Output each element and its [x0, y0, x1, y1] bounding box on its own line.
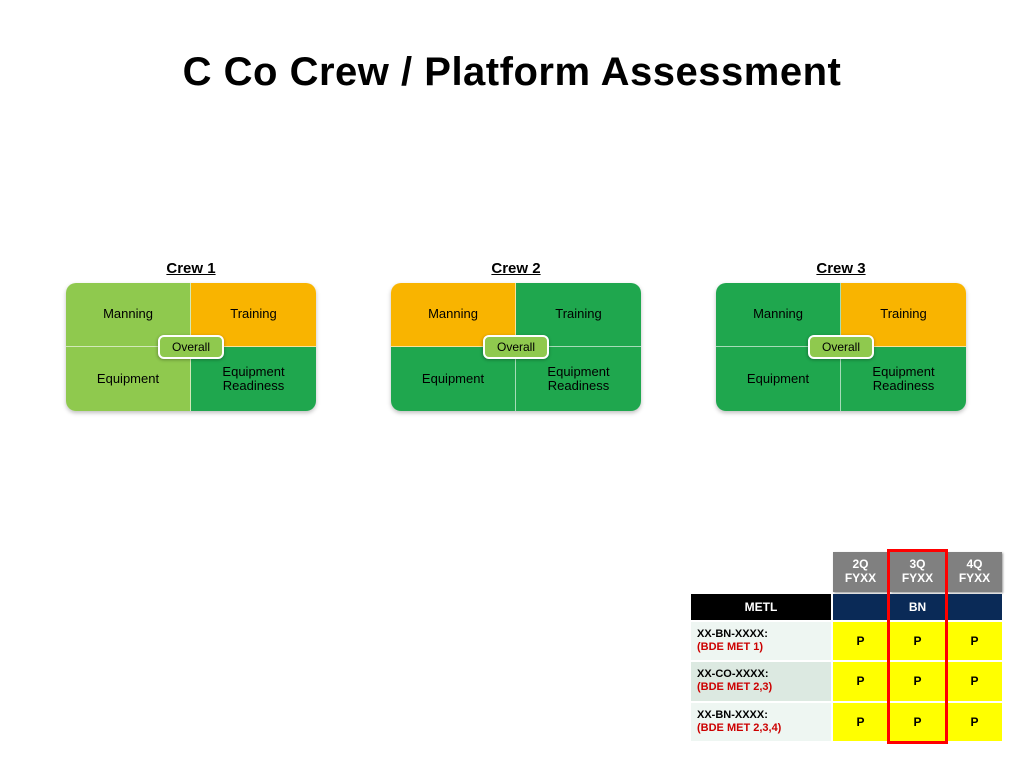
- metl-value-cell: P: [833, 622, 888, 660]
- metl-value-cell: P: [833, 662, 888, 700]
- crew-cards-row: Crew 1 ManningTrainingEquipmentEquipmentR…: [66, 260, 966, 411]
- metl-title-cell: METL: [691, 594, 831, 620]
- crew-card: Crew 3 ManningTrainingEquipmentEquipmentR…: [716, 260, 966, 411]
- crew-label: Crew 2: [391, 260, 641, 277]
- crew-overall-badge: Overall: [483, 335, 549, 359]
- crew-quad: ManningTrainingEquipmentEquipmentReadine…: [66, 283, 316, 411]
- crew-card: Crew 1 ManningTrainingEquipmentEquipmentR…: [66, 260, 316, 411]
- metl-value-cell: P: [833, 703, 888, 741]
- crew-overall-badge: Overall: [808, 335, 874, 359]
- quarter-header: 2QFYXX: [833, 552, 888, 592]
- metl-value-cell: P: [890, 703, 945, 741]
- navy-cell: [947, 594, 1002, 620]
- metl-value-cell: P: [947, 622, 1002, 660]
- crew-quad: ManningTrainingEquipmentEquipmentReadine…: [391, 283, 641, 411]
- crew-label: Crew 3: [716, 260, 966, 277]
- crew-quad: ManningTrainingEquipmentEquipmentReadine…: [716, 283, 966, 411]
- bn-cell: BN: [890, 594, 945, 620]
- metl-value-cell: P: [890, 622, 945, 660]
- metl-row-label: XX-BN-XXXX:(BDE MET 1): [691, 622, 831, 660]
- metl-value-cell: P: [947, 703, 1002, 741]
- metl-blank-cell: [691, 552, 831, 592]
- metl-table: 2QFYXX3QFYXX4QFYXX METL BN XX-BN-XXXX:(BDE …: [689, 550, 1004, 743]
- metl-value-cell: P: [890, 662, 945, 700]
- crew-label: Crew 1: [66, 260, 316, 277]
- navy-cell: [833, 594, 888, 620]
- quarter-header: 4QFYXX: [947, 552, 1002, 592]
- metl-value-cell: P: [947, 662, 1002, 700]
- metl-row-label: XX-CO-XXXX:(BDE MET 2,3): [691, 662, 831, 700]
- crew-card: Crew 2 ManningTrainingEquipmentEquipmentR…: [391, 260, 641, 411]
- crew-overall-badge: Overall: [158, 335, 224, 359]
- page-title: C Co Crew / Platform Assessment: [0, 50, 1024, 95]
- quarter-header: 3QFYXX: [890, 552, 945, 592]
- metl-table-wrap: 2QFYXX3QFYXX4QFYXX METL BN XX-BN-XXXX:(BDE …: [689, 550, 1004, 743]
- metl-row-label: XX-BN-XXXX:(BDE MET 2,3,4): [691, 703, 831, 741]
